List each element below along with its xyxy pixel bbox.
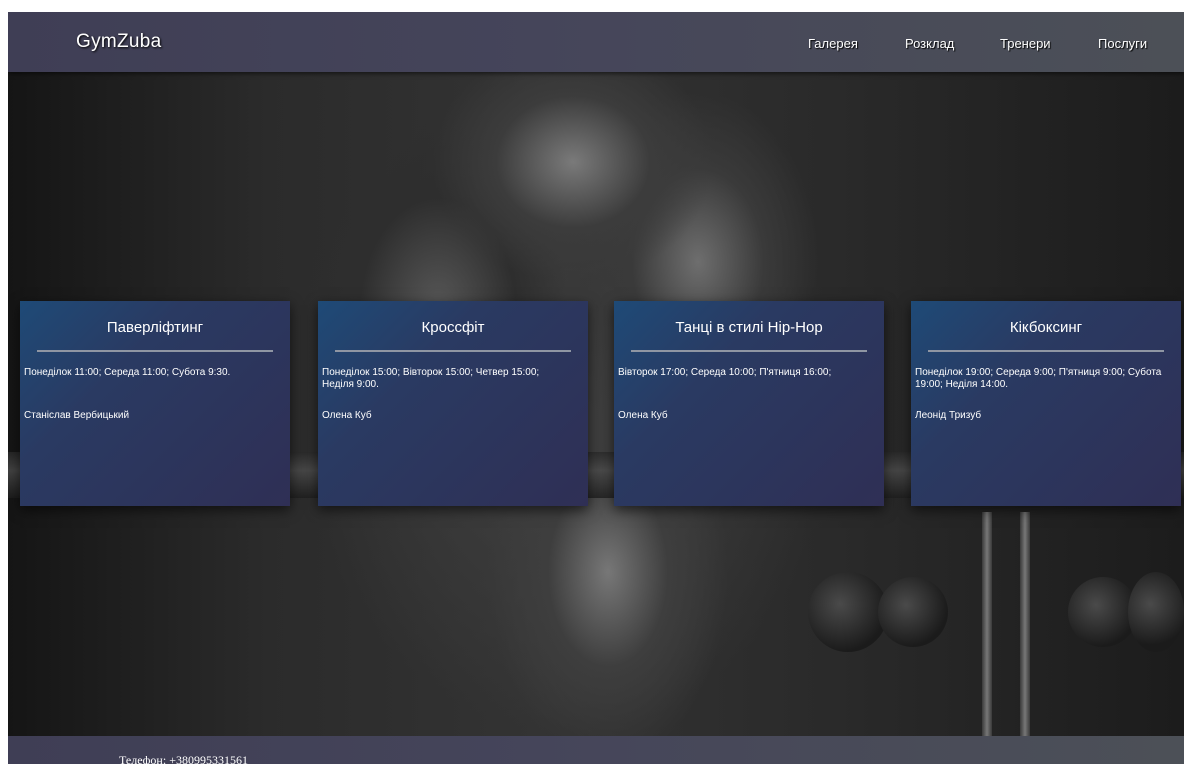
site-footer: Телефон: +380995331561 xyxy=(8,736,1184,764)
site-header: GymZuba Галерея Розклад Тренери Послуги xyxy=(8,12,1184,72)
class-card-hiphop: Танці в стилі Hip-Hop Вівторок 17:00; Се… xyxy=(614,301,884,506)
card-title: Кікбоксинг xyxy=(1009,319,1083,336)
nav-link-trainers[interactable]: Тренери xyxy=(1000,36,1051,51)
nav-link-gallery[interactable]: Галерея xyxy=(808,36,858,51)
weight-plate xyxy=(1128,572,1184,652)
card-title: Паверліфтинг xyxy=(106,319,204,336)
page-frame: GymZuba Галерея Розклад Тренери Послуги … xyxy=(8,12,1184,764)
rack-post xyxy=(1020,512,1030,736)
rack-post xyxy=(982,512,992,736)
site-logo[interactable]: GymZuba xyxy=(76,31,162,53)
card-schedule: Вівторок 17:00; Середа 10:00; П'ятниця 1… xyxy=(618,367,832,378)
card-trainer: Станіслав Вербицький xyxy=(24,410,130,421)
class-card-crossfit: Кроссфіт Понеділок 15:00; Вівторок 15:00… xyxy=(318,301,588,506)
nav-link-services[interactable]: Послуги xyxy=(1098,36,1147,51)
card-divider xyxy=(37,350,273,352)
card-trainer: Леонід Тризуб xyxy=(915,410,982,421)
card-title: Кроссфіт xyxy=(421,319,485,336)
card-schedule: Понеділок 19:00; Середа 9:00; П'ятниця 9… xyxy=(915,367,1162,390)
card-divider xyxy=(335,350,571,352)
card-trainer: Олена Куб xyxy=(322,410,372,421)
card-divider xyxy=(928,350,1164,352)
weight-plate xyxy=(878,577,948,647)
card-trainer: Олена Куб xyxy=(618,410,668,421)
card-divider xyxy=(631,350,867,352)
nav-link-schedule[interactable]: Розклад xyxy=(905,36,954,51)
class-card-kickboxing: Кікбоксинг Понеділок 19:00; Середа 9:00;… xyxy=(911,301,1181,506)
class-card-powerlifting: Паверліфтинг Понеділок 11:00; Середа 11:… xyxy=(20,301,290,506)
footer-phone: Телефон: +380995331561 xyxy=(119,753,248,764)
weight-plate xyxy=(808,572,888,652)
card-schedule: Понеділок 11:00; Середа 11:00; Субота 9:… xyxy=(24,367,231,378)
card-schedule: Понеділок 15:00; Вівторок 15:00; Четвер … xyxy=(322,367,540,390)
card-title: Танці в стилі Hip-Hop xyxy=(675,319,823,336)
